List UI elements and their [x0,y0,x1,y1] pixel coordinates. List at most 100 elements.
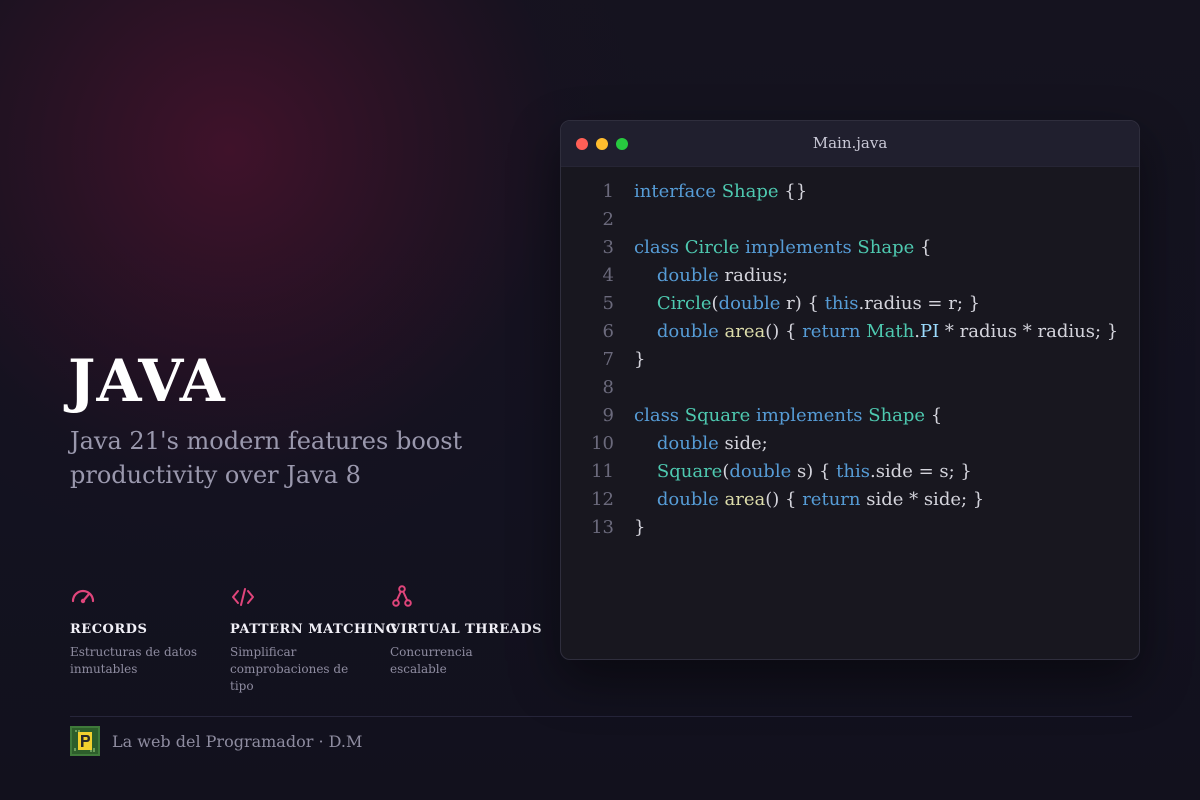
code-text: class Circle implements Shape { [634,234,931,262]
footer-credit: La web del Programador · D.M [112,731,363,751]
line-number: 7 [602,349,614,370]
code-text: double side; [634,430,768,458]
code-area[interactable]: 1 interface Shape {} 2 3 class Circle implem… [561,178,1139,542]
code-icon [232,588,254,606]
code-token: {} [778,181,808,202]
code-token: .side = s; } [869,461,972,482]
feature-description: Concurrencia escalable [390,645,473,676]
feature-name: VIRTUAL THREADS [390,622,543,637]
feature-name: PATTERN MATCHING [230,622,398,637]
code-text: class Square implements Shape { [634,402,942,430]
code-token: side; [718,433,768,454]
feature-virtual-threads: VIRTUAL THREADS Concurrencia escalable [390,584,550,676]
feature-name: RECORDS [70,622,148,637]
code-token: double [729,461,792,482]
code-token: interface [634,181,716,202]
code-token: r) { [780,293,825,314]
code-line: 1 interface Shape {} [561,178,1139,206]
code-token: () { [765,321,803,342]
code-token: double [656,489,719,510]
code-token: class [634,237,680,258]
code-line: 11 Square(double s) { this.side = s; } [561,458,1139,486]
code-token: this [836,461,870,482]
code-token: return [802,489,861,510]
code-token: .radius = r; } [858,293,981,314]
fork-icon [392,585,412,607]
code-token: radius; [718,265,789,286]
code-token: s) { [791,461,837,482]
page-subtitle: Java 21's modern features boost producti… [70,427,463,489]
footer: La web del Programador · D.M [70,726,362,756]
code-line: 5 Circle(double r) { this.radius = r; } [561,290,1139,318]
code-token: Square [684,405,751,426]
gauge-icon [71,589,95,604]
code-line: 13} [561,514,1139,542]
code-token: side * side; } [860,489,985,510]
code-line: 8 [561,374,1139,402]
code-line: 10 double side; [561,430,1139,458]
code-line: 6 double area() { return Math.PI * radiu… [561,318,1139,346]
code-token: implements [755,405,863,426]
line-number: 4 [602,265,614,286]
line-number: 10 [591,433,614,454]
code-token: Square [656,461,723,482]
hero-panel: JAVA Java 21's modern features boost pro… [68,0,542,800]
code-line: 3 class Circle implements Shape { [561,234,1139,262]
feature-description: Estructuras de datos inmutables [70,645,197,676]
code-line: 9 class Square implements Shape { [561,402,1139,430]
feature-list: RECORDS Estructuras de datos inmutables … [70,584,550,704]
code-token: * radius * radius; } [939,321,1119,342]
code-token: Math [866,321,915,342]
page-title: JAVA [68,347,226,415]
code-text: Circle(double r) { this.radius = r; } [634,290,980,318]
code-token: Circle [656,293,712,314]
footer-divider [70,716,1132,717]
line-number: 2 [602,209,614,230]
feature-records: RECORDS Estructuras de datos inmutables [70,584,230,676]
code-token: } [634,349,646,370]
code-token: area [724,321,766,342]
code-editor-window: Main.java 1 interface Shape {} 2 3 class Cir… [560,120,1140,660]
line-number: 13 [591,517,614,538]
code-token: { [925,405,943,426]
code-line: 4 double radius; [561,262,1139,290]
code-token: double [656,265,719,286]
line-number: 5 [602,293,614,314]
code-token: this [824,293,859,314]
feature-description: Simplificar comprobaciones de tipo [230,645,349,693]
code-token: Shape [868,405,926,426]
code-token: } [634,517,646,538]
feature-pattern-matching: PATTERN MATCHING Simplificar comprobacio… [230,584,397,693]
code-token: Shape [857,237,915,258]
code-token: class [634,405,680,426]
code-text: double area() { return Math.PI * radius … [634,318,1118,346]
code-token: implements [745,237,852,258]
code-token: Circle [684,237,740,258]
line-number: 3 [602,237,614,258]
code-token: () { [765,489,803,510]
window-titlebar: Main.java [561,121,1139,167]
code-token: Shape [721,181,779,202]
code-token: ( [711,293,719,314]
code-text: } [634,514,645,542]
code-line: 7} [561,346,1139,374]
line-number: 12 [591,489,614,510]
code-token: double [656,433,719,454]
code-token: return [802,321,861,342]
line-number: 1 [602,181,614,202]
code-line: 2 [561,206,1139,234]
code-token: double [718,293,781,314]
code-line: 12 double area() { return side * side; } [561,486,1139,514]
code-token: double [656,321,719,342]
code-token: PI [919,321,940,342]
line-number: 9 [602,405,614,426]
code-text: Square(double s) { this.side = s; } [634,458,972,486]
site-logo-icon [70,726,100,756]
code-token: area [724,489,766,510]
